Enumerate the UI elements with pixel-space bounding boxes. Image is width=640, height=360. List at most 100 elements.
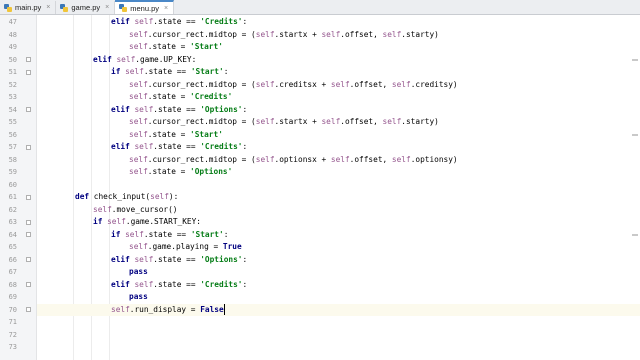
- code-token: self: [382, 117, 402, 126]
- fold-marker-icon[interactable]: [26, 307, 31, 312]
- line-number: 57: [8, 143, 17, 151]
- line-number: 61: [8, 193, 17, 201]
- code-token: True: [222, 242, 242, 251]
- close-tab-icon[interactable]: ×: [164, 5, 168, 12]
- line-number: 63: [8, 218, 17, 226]
- code-line[interactable]: elif self.state == 'Options':: [37, 254, 640, 267]
- code-line[interactable]: self.state = 'Start': [37, 41, 640, 54]
- code-line[interactable]: elif self.state == 'Credits':: [37, 141, 640, 154]
- code-editor[interactable]: elif self.state == 'Credits': self.cursor…: [37, 15, 640, 360]
- code-line[interactable]: if self.state == 'Start':: [37, 229, 640, 242]
- code-token: .optionsx +: [274, 154, 331, 164]
- code-token: .state =: [147, 42, 191, 51]
- code-line[interactable]: [37, 179, 640, 192]
- code-token: self: [111, 304, 130, 314]
- code-line[interactable]: [37, 329, 640, 342]
- code-token: elif: [93, 54, 117, 64]
- line-number: 66: [8, 255, 17, 264]
- scrollbar-marker[interactable]: [632, 133, 638, 136]
- code-token: .state ==: [153, 279, 201, 289]
- code-token: elif: [111, 17, 135, 26]
- code-token: elif: [111, 104, 135, 114]
- code-line[interactable]: elif self.state == 'Credits':: [37, 279, 640, 292]
- code-text: self.cursor_rect.midtop = (self.startx +…: [129, 29, 439, 42]
- code-token: 'Credits': [200, 279, 243, 289]
- tab-main-py[interactable]: main.py ×: [0, 1, 57, 14]
- code-token: :: [242, 104, 248, 114]
- close-tab-icon[interactable]: ×: [105, 4, 109, 11]
- code-token: .startx +: [274, 29, 322, 39]
- line-number: 62: [8, 205, 17, 214]
- code-text: elif self.game.UP_KEY:: [93, 54, 196, 67]
- code-token: .cursor_rect.midtop = (: [147, 154, 256, 164]
- fold-marker-icon[interactable]: [26, 257, 31, 262]
- code-token: self: [134, 254, 154, 264]
- code-line[interactable]: if self.game.START_KEY:: [37, 216, 640, 229]
- code-line[interactable]: self.cursor_rect.midtop = (self.creditsx…: [37, 79, 640, 92]
- fold-marker-icon[interactable]: [26, 57, 31, 62]
- line-number: 55: [8, 118, 17, 126]
- code-text: def check_input(self):: [75, 191, 178, 204]
- code-token: elif: [111, 279, 135, 289]
- code-line[interactable]: self.cursor_rect.midtop = (self.startx +…: [37, 29, 640, 42]
- code-line[interactable]: pass: [37, 266, 640, 279]
- code-token: :: [242, 17, 248, 26]
- close-tab-icon[interactable]: ×: [46, 4, 50, 11]
- code-token: 'Options': [200, 104, 243, 114]
- tab-label: menu.py: [130, 3, 160, 13]
- line-number: 67: [8, 268, 17, 276]
- line-number: 58: [8, 155, 17, 164]
- code-line[interactable]: [37, 316, 640, 329]
- code-line[interactable]: self.state = 'Start': [37, 129, 640, 142]
- fold-marker-icon[interactable]: [26, 219, 31, 225]
- code-token: self: [255, 154, 275, 164]
- code-line[interactable]: self.cursor_rect.midtop = (self.optionsx…: [37, 154, 640, 167]
- code-text: self.state = 'Options': [129, 166, 232, 179]
- code-token: self: [129, 79, 148, 89]
- line-number: 48: [8, 30, 17, 39]
- code-line[interactable]: self.move_cursor(): [37, 204, 640, 217]
- code-token: self: [150, 192, 169, 201]
- code-line[interactable]: self.cursor_rect.midtop = (self.startx +…: [37, 116, 640, 129]
- scrollbar-marker[interactable]: [632, 58, 638, 61]
- code-token: .offset,: [349, 79, 392, 89]
- code-line[interactable]: elif self.state == 'Credits':: [37, 16, 640, 29]
- code-line[interactable]: elif self.state == 'Options':: [37, 104, 640, 117]
- code-token: 'Credits': [200, 142, 243, 151]
- fold-marker-icon[interactable]: [26, 107, 31, 112]
- code-line[interactable]: self.state = 'Credits': [37, 91, 640, 104]
- fold-marker-icon[interactable]: [26, 282, 31, 287]
- line-number: 72: [8, 330, 17, 339]
- code-token: .startx +: [274, 117, 322, 126]
- code-token: 'Credits': [200, 17, 243, 26]
- fold-marker-icon[interactable]: [26, 232, 31, 237]
- code-token: .state =: [147, 129, 191, 139]
- scrollbar-marker[interactable]: [632, 233, 638, 236]
- code-token: .creditsx +: [274, 79, 331, 89]
- code-line[interactable]: self.game.playing = True: [37, 241, 640, 254]
- code-text: elif self.state == 'Options':: [111, 104, 247, 117]
- code-token: elif: [111, 254, 135, 264]
- code-line[interactable]: [37, 341, 640, 354]
- code-token: :: [242, 142, 248, 151]
- code-line[interactable]: pass: [37, 291, 640, 304]
- code-line[interactable]: def check_input(self):: [37, 191, 640, 204]
- code-token: .starty): [401, 29, 439, 39]
- fold-marker-icon[interactable]: [26, 69, 31, 75]
- code-token: self: [116, 54, 136, 64]
- code-token: pass: [129, 292, 148, 301]
- code-line[interactable]: if self.state == 'Start':: [37, 66, 640, 79]
- code-token: .state ==: [143, 67, 191, 76]
- code-token: .game.playing =: [147, 242, 223, 251]
- tab-menu-py[interactable]: menu.py ×: [115, 0, 175, 14]
- code-text: pass: [129, 266, 148, 279]
- tab-game-py[interactable]: game.py ×: [56, 1, 116, 14]
- code-line[interactable]: elif self.game.UP_KEY:: [37, 54, 640, 67]
- python-file-icon: [60, 3, 69, 12]
- fold-marker-icon[interactable]: [26, 144, 31, 150]
- code-line[interactable]: self.state = 'Options': [37, 166, 640, 179]
- code-line[interactable]: self.run_display = False: [37, 303, 640, 316]
- code-token: .state ==: [153, 254, 201, 264]
- fold-marker-icon[interactable]: [26, 194, 31, 200]
- code-token: self: [129, 117, 148, 126]
